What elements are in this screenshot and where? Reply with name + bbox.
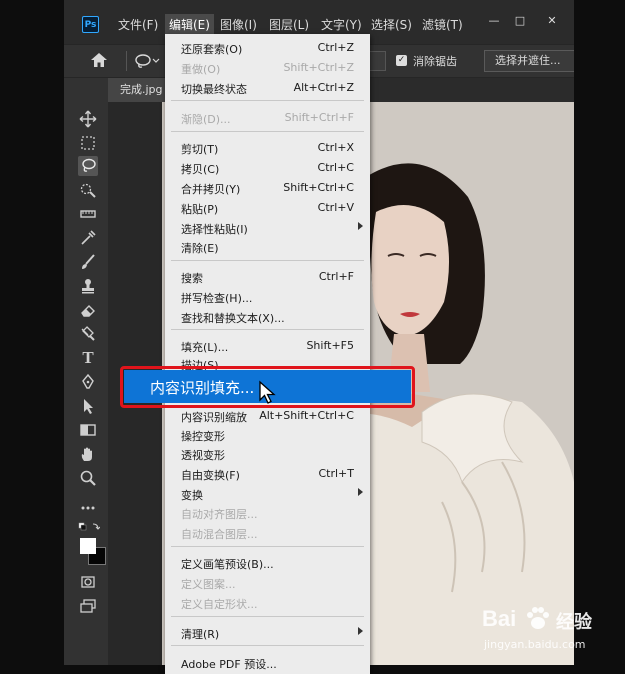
brush-tool-icon[interactable] bbox=[78, 252, 98, 272]
menu-file[interactable]: 文件(F) bbox=[114, 14, 162, 36]
maximize-button[interactable]: □ bbox=[508, 11, 532, 31]
default-colors-icon[interactable] bbox=[78, 520, 101, 539]
menu-separator bbox=[171, 616, 364, 617]
menu-separator bbox=[171, 329, 364, 330]
watermark-suffix: 经验 bbox=[556, 612, 592, 633]
submenu-arrow-icon bbox=[358, 222, 363, 230]
menu-item-puppet-warp[interactable]: 操控变形 bbox=[165, 425, 370, 445]
menu-separator bbox=[171, 131, 364, 132]
home-icon[interactable] bbox=[90, 52, 108, 72]
menu-item-cut[interactable]: 剪切(T) Ctrl+X bbox=[165, 138, 370, 158]
eyedropper-tool-icon[interactable] bbox=[78, 228, 98, 248]
select-and-mask-button[interactable]: 选择并遮住... bbox=[484, 50, 574, 72]
menu-separator bbox=[171, 645, 364, 646]
menu-item-auto-blend: 自动混合图层... bbox=[181, 528, 258, 541]
photoshop-logo-icon: Ps bbox=[82, 16, 99, 33]
menu-item-undo[interactable]: 还原套索(O) Ctrl+Z bbox=[165, 38, 370, 58]
feather-input-edge[interactable] bbox=[370, 51, 386, 71]
menu-separator bbox=[171, 100, 364, 101]
menu-item-define-pattern: 定义图案... bbox=[181, 578, 236, 591]
watermark-brand: Bai bbox=[482, 606, 517, 631]
more-tools-icon[interactable] bbox=[78, 498, 98, 518]
menu-image[interactable]: 图像(I) bbox=[216, 14, 261, 36]
foreground-color-swatch[interactable] bbox=[80, 538, 96, 554]
antialias-checkbox[interactable]: ✓ bbox=[396, 55, 407, 66]
menu-item-free-transform[interactable]: 自由变换(F) Ctrl+T bbox=[165, 464, 370, 484]
menu-item-fill[interactable]: 填充(L)... Shift+F5 bbox=[165, 336, 370, 356]
menu-item-perspective-warp[interactable]: 透视变形 bbox=[165, 444, 370, 464]
menu-item-clear[interactable]: 清除(E) bbox=[165, 237, 370, 257]
menu-item-redo: 重做(O) Shift+Ctrl+Z bbox=[181, 61, 354, 76]
marquee-tool-icon[interactable] bbox=[78, 133, 98, 153]
menu-item-copy-merged[interactable]: 合并拷贝(Y) Shift+Ctrl+C bbox=[165, 178, 370, 198]
menu-item-paste-special[interactable]: 选择性粘贴(I) bbox=[165, 218, 370, 238]
move-tool-icon[interactable] bbox=[78, 109, 98, 129]
lasso-tool-icon[interactable] bbox=[78, 156, 98, 176]
stamp-tool-icon[interactable] bbox=[78, 276, 98, 296]
menu-item-purge[interactable]: 清理(R) bbox=[165, 623, 370, 643]
rectangle-tool-icon[interactable] bbox=[78, 420, 98, 440]
menu-filter[interactable]: 滤镜(T) bbox=[418, 14, 467, 36]
menu-item-paste[interactable]: 粘贴(P) Ctrl+V bbox=[165, 198, 370, 218]
crop-tool-icon[interactable] bbox=[78, 204, 98, 224]
lasso-preset-icon[interactable] bbox=[134, 53, 160, 73]
quick-selection-tool-icon[interactable] bbox=[78, 180, 98, 200]
menu-item-spell-check[interactable]: 拼写检查(H)... bbox=[165, 287, 370, 307]
menu-separator bbox=[171, 546, 364, 547]
antialias-label: 消除锯齿 bbox=[413, 55, 457, 68]
quick-mask-icon[interactable] bbox=[78, 572, 98, 592]
hand-tool-icon[interactable] bbox=[78, 444, 98, 464]
submenu-arrow-icon bbox=[358, 627, 363, 635]
minimize-button[interactable]: — bbox=[482, 11, 506, 31]
eraser-tool-icon[interactable] bbox=[78, 300, 98, 320]
tools-panel: T bbox=[64, 78, 108, 665]
menu-item-find-replace[interactable]: 查找和替换文本(X)... bbox=[165, 307, 370, 327]
menu-item-toggle-last-state[interactable]: 切换最终状态 Alt+Ctrl+Z bbox=[165, 78, 370, 98]
menu-item-pdf-presets[interactable]: Adobe PDF 预设... bbox=[165, 653, 370, 673]
zoom-tool-icon[interactable] bbox=[78, 468, 98, 488]
menu-edit[interactable]: 编辑(E) bbox=[165, 14, 214, 36]
mouse-cursor-icon bbox=[258, 380, 278, 410]
type-tool-icon[interactable]: T bbox=[78, 348, 98, 368]
menu-item-auto-align: 自动对齐图层... bbox=[181, 508, 258, 521]
pen-tool-icon[interactable] bbox=[78, 372, 98, 392]
menu-select[interactable]: 选择(S) bbox=[367, 14, 416, 36]
menu-item-define-shape: 定义自定形状... bbox=[181, 598, 258, 611]
menu-item-define-brush[interactable]: 定义画笔预设(B)... bbox=[165, 553, 370, 573]
menu-type[interactable]: 文字(Y) bbox=[317, 14, 366, 36]
options-divider bbox=[126, 51, 127, 71]
menu-layer[interactable]: 图层(L) bbox=[265, 14, 313, 36]
watermark-url: jingyan.baidu.com bbox=[484, 638, 586, 651]
menu-item-transform[interactable]: 变换 bbox=[165, 484, 370, 504]
screen-mode-icon[interactable] bbox=[78, 596, 98, 616]
menu-item-search[interactable]: 搜索 Ctrl+F bbox=[165, 267, 370, 287]
menu-item-fade: 渐隐(D)... Shift+Ctrl+F bbox=[181, 111, 354, 126]
baidu-jingyan-watermark: Bai 经验 jingyan.baidu.com bbox=[478, 600, 618, 658]
submenu-arrow-icon bbox=[358, 488, 363, 496]
paw-icon bbox=[524, 604, 552, 636]
close-button[interactable]: ✕ bbox=[540, 11, 564, 31]
menu-separator bbox=[171, 260, 364, 261]
menu-item-copy[interactable]: 拷贝(C) Ctrl+C bbox=[165, 158, 370, 178]
edit-menu-dropdown: 还原套索(O) Ctrl+Z 重做(O) Shift+Ctrl+Z 切换最终状态 Al… bbox=[165, 34, 370, 674]
path-selection-tool-icon[interactable] bbox=[78, 396, 98, 416]
dodge-tool-icon[interactable] bbox=[78, 324, 98, 344]
